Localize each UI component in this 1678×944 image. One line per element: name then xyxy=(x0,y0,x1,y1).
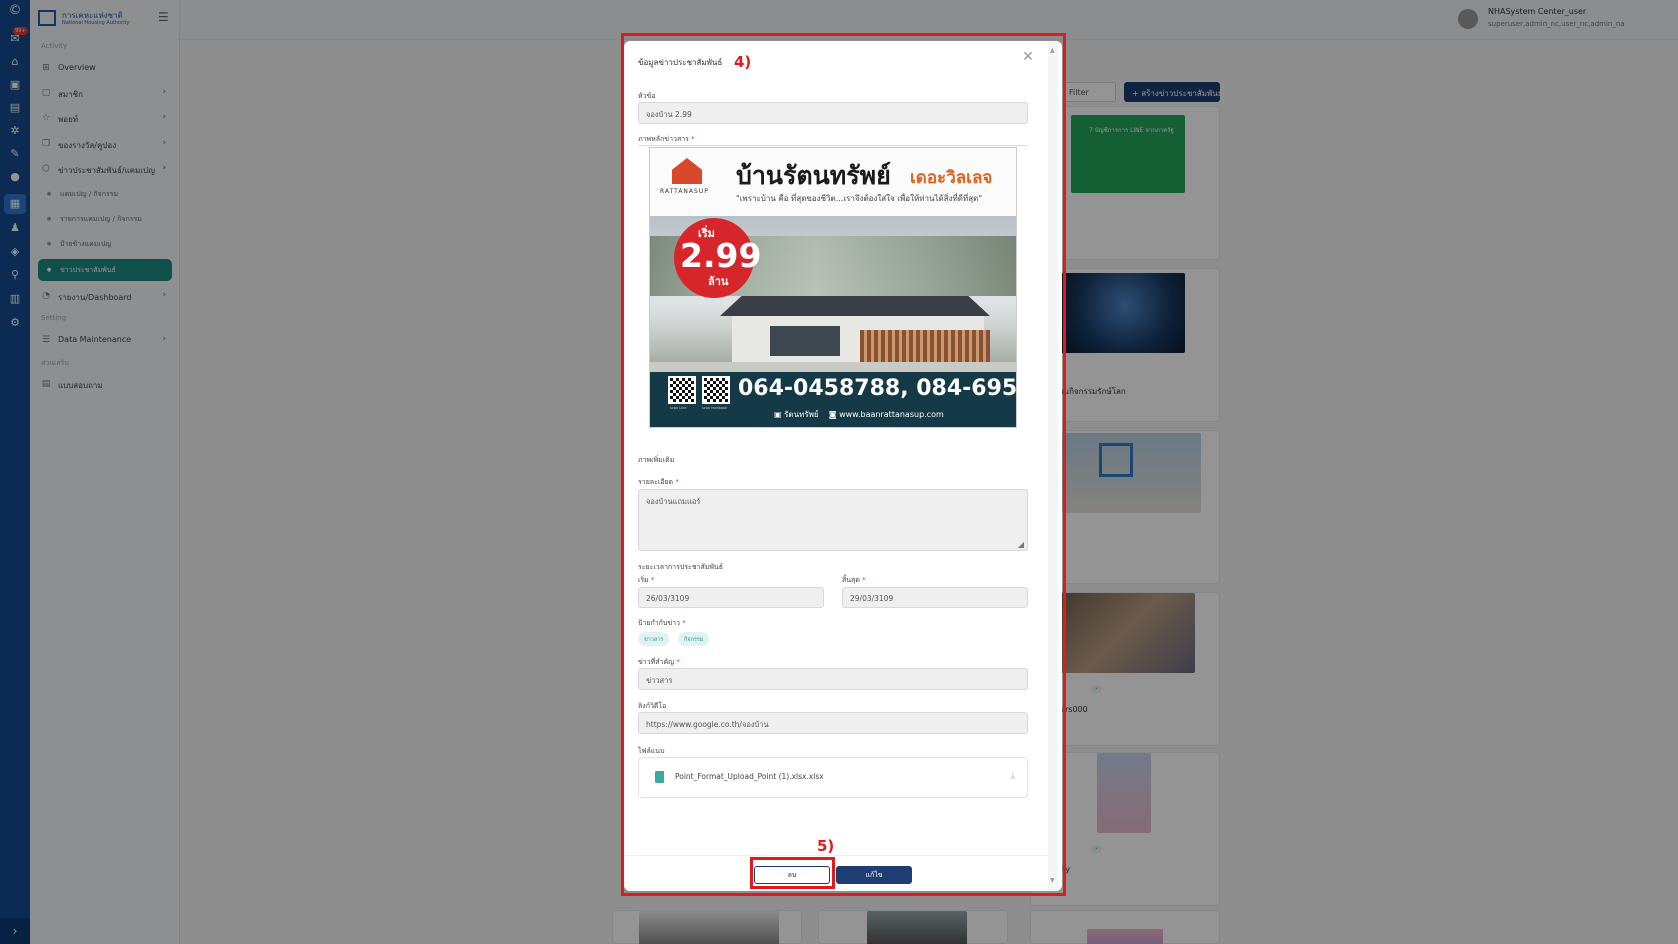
step-label-footer: 5) xyxy=(817,837,835,855)
delete-highlight-frame xyxy=(750,857,835,889)
step-label: 4) xyxy=(734,53,752,71)
modal-highlight-frame xyxy=(621,33,1066,896)
